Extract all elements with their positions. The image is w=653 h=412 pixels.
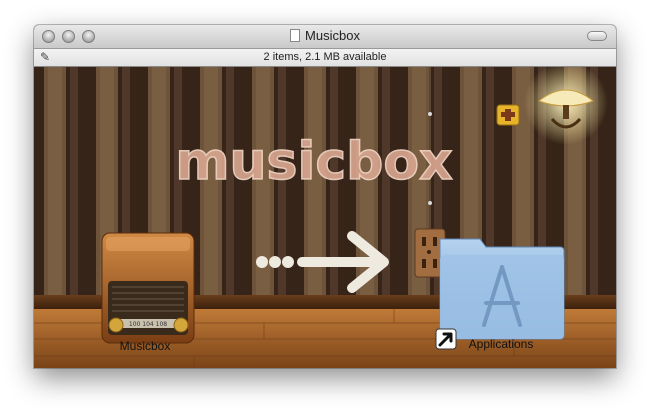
- radio-dial-text: 100 104 108: [129, 321, 167, 328]
- radio-icon: 100 104 108: [101, 232, 195, 344]
- headline-text: musicbox: [175, 132, 452, 192]
- pen-icon: ✎: [40, 50, 51, 64]
- background-art: musicbox 100 104 108: [34, 67, 616, 368]
- item-label-musicbox[interactable]: Musicbox: [85, 339, 205, 353]
- status-bar: ✎ 2 items, 2.1 MB available: [34, 49, 616, 67]
- window-content: musicbox 100 104 108 Musicbox Applicatio…: [34, 67, 616, 368]
- item-label-applications[interactable]: Applications: [441, 337, 561, 351]
- window-title: Musicbox: [305, 28, 360, 43]
- title-bar[interactable]: Musicbox: [34, 25, 616, 49]
- applications-folder-icon: [439, 238, 565, 340]
- finder-window: Musicbox ✎ 2 items, 2.1 MB available mus…: [34, 25, 616, 368]
- wall-socket-icon: [496, 104, 520, 126]
- document-icon: [290, 29, 301, 42]
- status-text: 2 items, 2.1 MB available: [263, 51, 387, 63]
- toolbar-toggle-button[interactable]: [587, 31, 607, 41]
- window-title-group: Musicbox: [34, 28, 616, 43]
